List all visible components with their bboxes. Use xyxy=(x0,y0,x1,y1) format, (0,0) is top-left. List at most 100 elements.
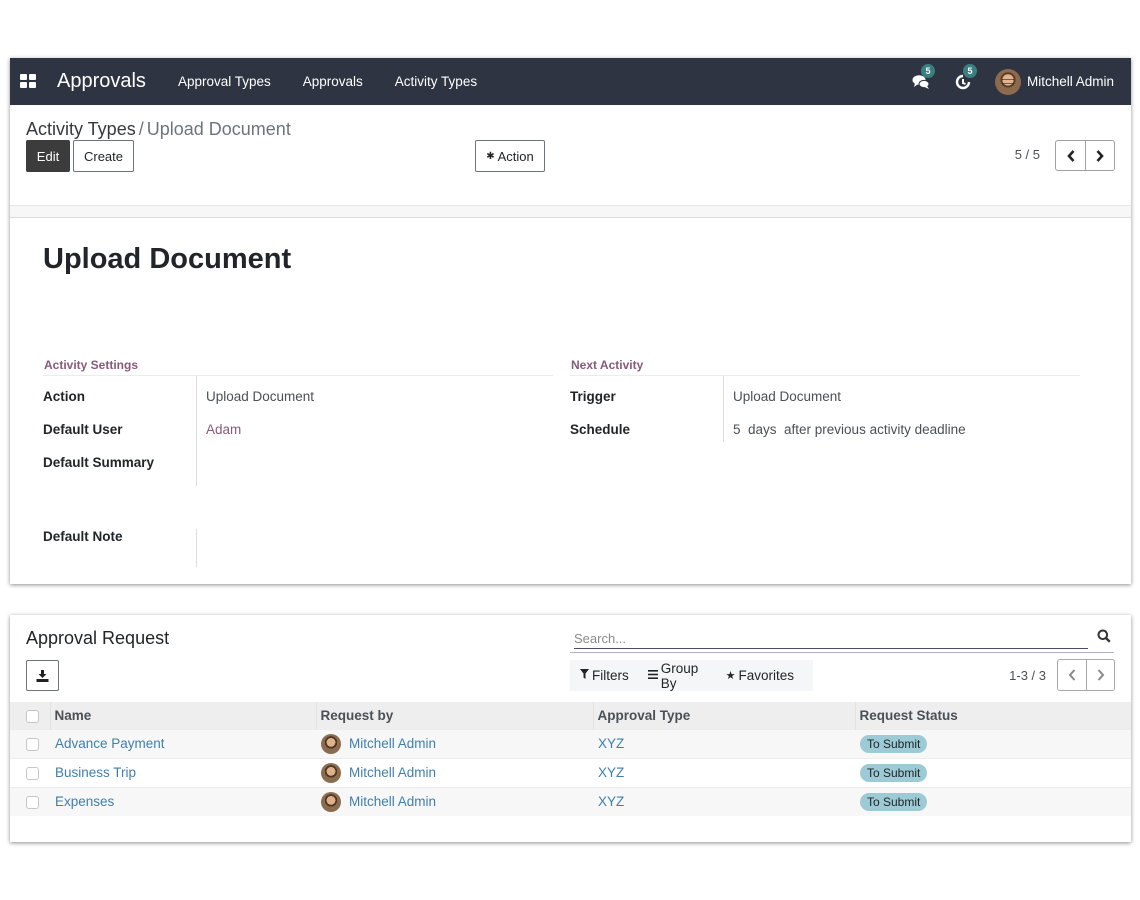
favorites-label: Favorites xyxy=(738,668,794,683)
favorites-button[interactable]: ★ Favorites xyxy=(726,668,794,683)
field-default-user: Default User Adam xyxy=(43,409,553,442)
activities-count-badge: 5 xyxy=(962,63,977,78)
next-activity-group: Next Activity Trigger Upload Document Sc… xyxy=(570,358,1080,442)
export-button[interactable] xyxy=(26,660,59,691)
field-label: Trigger xyxy=(570,389,616,404)
field-default-summary: Default Summary xyxy=(43,442,553,486)
select-all-cell xyxy=(10,702,50,729)
top-navbar: Approvals Approval Types Approvals Activ… xyxy=(10,58,1131,105)
group-by-label: Group By xyxy=(660,660,699,691)
row-select-cell xyxy=(10,729,50,758)
column-header-request-status[interactable]: Request Status xyxy=(854,702,1131,729)
cell-request-status: To Submit xyxy=(855,729,1131,758)
download-icon xyxy=(36,669,49,682)
cell-request-status: To Submit xyxy=(855,758,1131,787)
cell-approval-type[interactable]: XYZ xyxy=(593,787,855,816)
activities-button[interactable]: 5 xyxy=(953,63,977,92)
search-icon[interactable] xyxy=(1097,629,1111,648)
cell-name[interactable]: Business Trip xyxy=(50,758,316,787)
menu-item-approval-types[interactable]: Approval Types xyxy=(162,74,287,89)
filters-label: Filters xyxy=(592,668,629,683)
chevron-right-icon xyxy=(1096,149,1104,162)
requester-name: Mitchell Admin xyxy=(349,794,437,810)
cell-request-by[interactable]: Mitchell Admin xyxy=(316,729,593,758)
requester-name: Mitchell Admin xyxy=(349,736,437,751)
requester-avatar xyxy=(321,791,341,812)
cell-request-by[interactable]: Mitchell Admin xyxy=(316,787,593,816)
requester-avatar xyxy=(321,762,341,783)
search-input[interactable] xyxy=(574,629,1088,649)
next-activity-heading: Next Activity xyxy=(570,358,1080,376)
approval-request-table: Name Request by Approval Type Request St… xyxy=(10,702,1131,816)
list-pager xyxy=(1057,659,1115,691)
record-pager xyxy=(1055,140,1115,171)
select-all-checkbox[interactable] xyxy=(26,709,39,723)
menu-item-activity-types[interactable]: Activity Types xyxy=(379,74,493,89)
create-button[interactable]: Create xyxy=(73,140,134,172)
cell-request-by[interactable]: Mitchell Admin xyxy=(316,758,593,787)
row-checkbox[interactable] xyxy=(26,766,39,780)
column-header-request-by[interactable]: Request by xyxy=(315,702,593,729)
cell-name[interactable]: Expenses xyxy=(50,787,316,816)
cell-approval-type[interactable]: XYZ xyxy=(593,729,855,758)
form-sheet-background xyxy=(10,206,1131,218)
status-badge: To Submit xyxy=(860,763,928,782)
main-menu: Approval Types Approvals Activity Types xyxy=(162,74,493,89)
activity-settings-heading: Activity Settings xyxy=(43,358,553,376)
filter-icon xyxy=(580,669,589,682)
cell-name[interactable]: Advance Payment xyxy=(50,729,316,758)
row-checkbox[interactable] xyxy=(26,737,39,751)
filters-button[interactable]: Filters xyxy=(580,668,629,683)
field-label: Schedule xyxy=(570,422,631,437)
user-menu[interactable]: Mitchell Admin xyxy=(994,68,1114,95)
chevron-left-icon xyxy=(1066,149,1074,162)
search-bar xyxy=(570,627,1114,653)
field-label: Action xyxy=(43,389,85,404)
table-row[interactable]: Business Trip Mitchell Admin XYZ To Subm… xyxy=(10,758,1131,787)
requester-name: Mitchell Admin xyxy=(349,765,437,780)
previous-record-button[interactable] xyxy=(1056,141,1085,170)
breadcrumb-separator: / xyxy=(138,119,144,139)
status-badge: To Submit xyxy=(860,792,928,811)
table-row[interactable]: Expenses Mitchell Admin XYZ To Submit xyxy=(10,787,1131,816)
list-title: Approval Request xyxy=(26,628,170,648)
group-by-button[interactable]: Group By xyxy=(647,660,707,691)
gear-icon: ✱ xyxy=(486,150,495,162)
messages-button[interactable]: 5 xyxy=(911,63,935,92)
requester-avatar xyxy=(321,733,341,754)
cell-request-status: To Submit xyxy=(855,787,1131,816)
field-value: 5 days after previous activity deadline xyxy=(723,409,1080,442)
form-sheet: Upload Document Activity Settings Action… xyxy=(10,218,1131,596)
menu-item-approvals[interactable]: Approvals xyxy=(287,74,379,89)
field-label: Default Note xyxy=(43,529,123,544)
field-label: Default User xyxy=(43,422,123,437)
action-button[interactable]: ✱ Action xyxy=(475,140,545,172)
table-row[interactable]: Advance Payment Mitchell Admin XYZ To Su… xyxy=(10,729,1131,758)
breadcrumb-parent[interactable]: Activity Types xyxy=(26,119,136,139)
status-badge: To Submit xyxy=(860,734,928,753)
messages-count-badge: 5 xyxy=(920,63,935,78)
row-select-cell xyxy=(10,758,50,787)
activity-settings-group: Activity Settings Action Upload Document… xyxy=(43,358,553,486)
default-user-link[interactable]: Adam xyxy=(196,409,553,442)
systray: 5 5 Mitchell Admin xyxy=(911,58,1131,105)
edit-button[interactable]: Edit xyxy=(26,140,70,172)
next-record-button[interactable] xyxy=(1085,141,1114,170)
app-brand[interactable]: Approvals xyxy=(57,70,146,93)
search-options: Filters Group By ★ Favorites xyxy=(570,660,813,691)
column-header-name[interactable]: Name xyxy=(49,702,316,729)
next-page-button[interactable] xyxy=(1086,660,1114,690)
field-value xyxy=(196,529,553,567)
previous-page-button[interactable] xyxy=(1058,660,1086,690)
cell-approval-type[interactable]: XYZ xyxy=(593,758,855,787)
bars-icon xyxy=(647,669,658,682)
column-header-approval-type[interactable]: Approval Type xyxy=(592,702,855,729)
form-panel: Approvals Approval Types Approvals Activ… xyxy=(10,58,1131,584)
user-avatar xyxy=(994,68,1021,95)
breadcrumb-current: Upload Document xyxy=(146,119,291,139)
star-icon: ★ xyxy=(725,670,736,682)
field-trigger: Trigger Upload Document xyxy=(570,376,1080,409)
row-checkbox[interactable] xyxy=(26,796,39,810)
list-pager-value: 1-3 / 3 xyxy=(1009,668,1046,683)
apps-grid-icon[interactable] xyxy=(20,73,38,90)
